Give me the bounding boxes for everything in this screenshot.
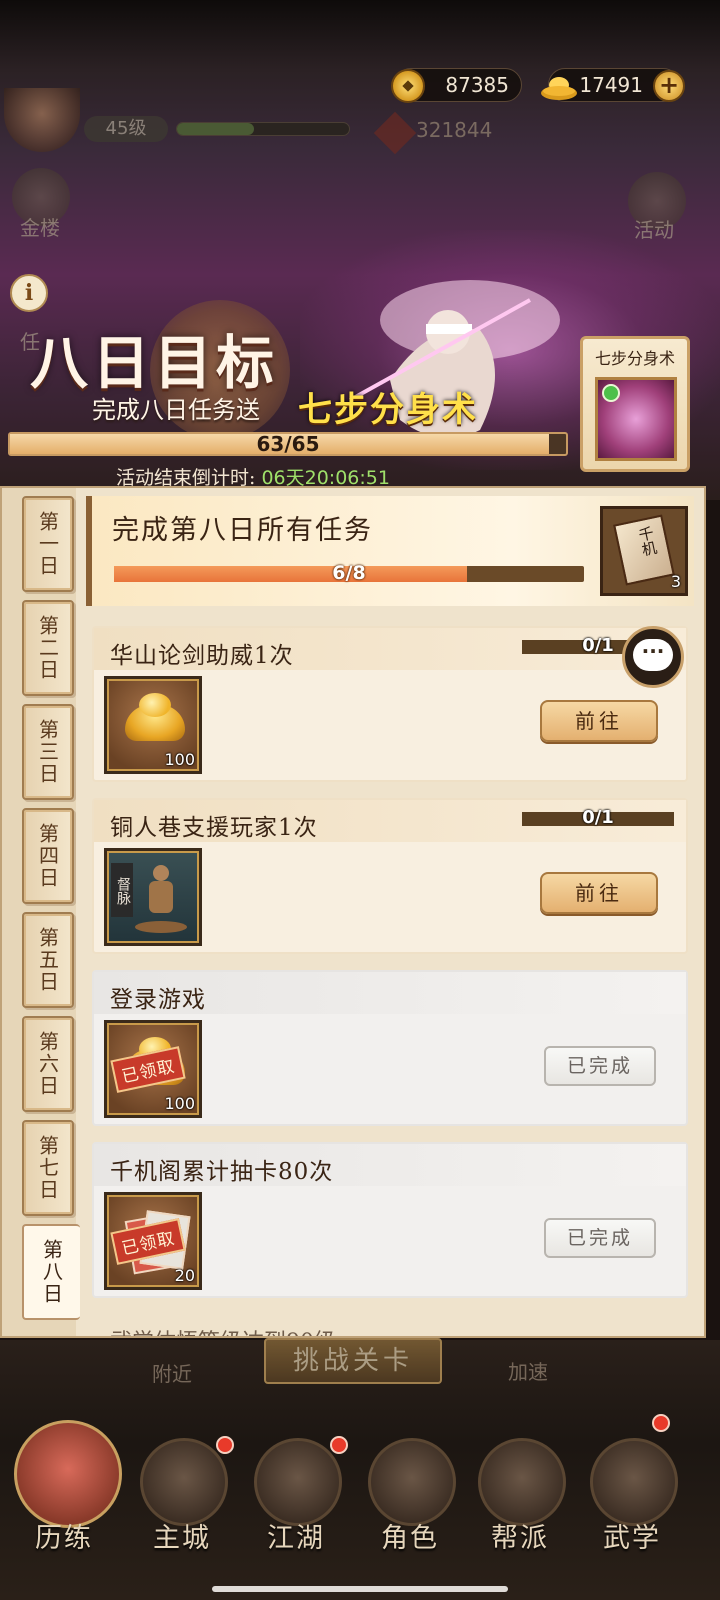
nav-label: 武学 [603,1523,661,1554]
nav-guild[interactable]: 帮派 [464,1416,576,1556]
final-reward-label: 七步分身术 [594,349,675,368]
nav-label: 江湖 [267,1523,325,1554]
reward-item[interactable]: 已领取 100 [104,1020,202,1118]
task-header: 华山论剑助威1次 0/1 [94,628,686,670]
task-title: 登录游戏 [110,987,206,1013]
combat-power: 321844 [416,118,493,142]
claimed-stamp: 已领取 [110,1046,186,1093]
summary-reward-item[interactable]: 千机 3 [600,506,688,596]
tab-day-7[interactable]: 第七日 [22,1120,74,1216]
task-progress-bar: 0/1 [522,807,674,828]
task-card: 登录游戏 已领取 100 已完成 [92,970,688,1126]
nav-label: 角色 [381,1523,439,1554]
nav-label: 帮派 [491,1523,549,1554]
badge-icon [602,384,620,402]
reward-item[interactable]: 督脉 [104,848,202,946]
go-button[interactable]: 前往 [540,700,658,742]
reward-qty: 100 [164,1094,195,1113]
reward-item[interactable]: 已领取 20 [104,1192,202,1290]
tab-day-8[interactable]: 第八日 [22,1224,80,1320]
tab-day-4[interactable]: 第四日 [22,808,74,904]
event-progress-bar: 63/65 [8,432,568,456]
reward-qty: 100 [164,750,195,769]
task-header: 登录游戏 [94,972,686,1014]
task-card: 铜人巷支援玩家1次 0/1 督脉 前往 [92,798,688,954]
task-header: 铜人巷支援玩家1次 0/1 [94,800,686,842]
training-icon [14,1420,122,1528]
tab-day-5[interactable]: 第五日 [22,912,74,1008]
nav-label: 历练 [35,1523,93,1554]
manual-book-icon: 千机 [613,514,675,586]
nav-martial-arts[interactable]: 武学 [576,1414,688,1556]
task-title: 千机阁累计抽卡80次 [110,1159,334,1185]
golden-tower-label: 金楼 [20,216,60,240]
task-list[interactable]: 完成第八日所有任务 6/8 千机 3 华山论剑助威1次 0/1 100 前往 铜… [80,488,706,1336]
go-button[interactable]: 前往 [540,872,658,914]
completed-button: 已完成 [544,1046,656,1086]
summary-progress-text: 6/8 [332,562,366,584]
notification-dot [652,1414,670,1432]
nearby-label[interactable]: 附近 [152,1358,192,1387]
character-icon [368,1438,456,1526]
nav-character[interactable]: 角色 [354,1416,466,1556]
event-reward-name: 七步分身术 [298,390,478,430]
gold-ingot-icon [125,693,185,741]
task-title: 铜人巷支援玩家1次 [110,815,318,841]
martial-arts-icon [590,1438,678,1526]
task-header: 千机阁累计抽卡80次 [94,1144,686,1186]
home-indicator[interactable] [212,1586,508,1592]
tab-day-2[interactable]: 第二日 [22,600,74,696]
gold-ingot-counter: 17491 + [541,68,685,102]
task-panel: 第一日 第二日 第三日 第四日 第五日 第六日 第七日 第八日 完成第八日所有任… [0,486,706,1338]
reward-qty: 20 [174,1266,195,1285]
bronze-statue-icon [135,865,187,933]
add-gold-button[interactable]: + [653,70,685,102]
next-task-title: 武学体悟等级达到90级 [110,1324,336,1336]
player-level: 45级 [84,116,168,142]
skill-scroll-icon [595,377,677,461]
tab-day-6[interactable]: 第六日 [22,1016,74,1112]
gold-ingot-icon [541,77,577,100]
tab-day-3[interactable]: 第三日 [22,704,74,800]
nav-main-city[interactable]: 主城 [126,1416,238,1556]
experience-bar [176,122,350,136]
jianghu-icon [254,1438,342,1526]
coin-amount: 87385 [445,73,509,97]
nav-training[interactable]: 历练 [8,1416,122,1556]
book-title: 千机 [635,524,660,558]
speedup-label[interactable]: 加速 [508,1356,548,1385]
coin-counter: 87385 [391,68,522,103]
coin-icon [391,69,425,103]
chat-bubble-icon[interactable]: ··· [622,626,684,688]
main-city-icon [140,1438,228,1526]
task-card: 千机阁累计抽卡80次 已领取 20 已完成 [92,1142,688,1298]
nav-jianghu[interactable]: 江湖 [240,1416,352,1556]
activity-label: 活动 [634,218,674,242]
summary-title: 完成第八日所有任务 [112,515,373,546]
reward-item[interactable]: 100 [104,676,202,774]
challenge-stage-button[interactable]: 挑战关卡 [264,1338,442,1384]
day-tab-list: 第一日 第二日 第三日 第四日 第五日 第六日 第七日 第八日 [2,488,80,1336]
final-reward-card[interactable]: 七步分身术 [580,336,690,472]
notification-dot [330,1436,348,1454]
event-title: 八日目标 [30,329,279,397]
event-subtitle: 完成八日任务送 [92,396,260,424]
event-progress-text: 63/65 [256,432,320,456]
completed-button: 已完成 [544,1218,656,1258]
tab-day-1[interactable]: 第一日 [22,496,74,592]
nav-label: 主城 [153,1523,211,1554]
guild-icon [478,1438,566,1526]
day-summary: 完成第八日所有任务 6/8 千机 3 [86,496,694,606]
task-title: 华山论剑助威1次 [110,643,294,669]
task-progress-text: 0/1 [582,807,614,828]
task-card: 华山论剑助威1次 0/1 100 前往 [92,626,688,782]
summary-progress-bar: 6/8 [114,562,584,584]
info-icon[interactable]: i [10,274,48,312]
notification-dot [216,1436,234,1454]
meridian-tag: 督脉 [111,863,133,917]
summary-reward-qty: 3 [670,572,681,591]
gold-ingot-amount: 17491 [579,73,643,97]
